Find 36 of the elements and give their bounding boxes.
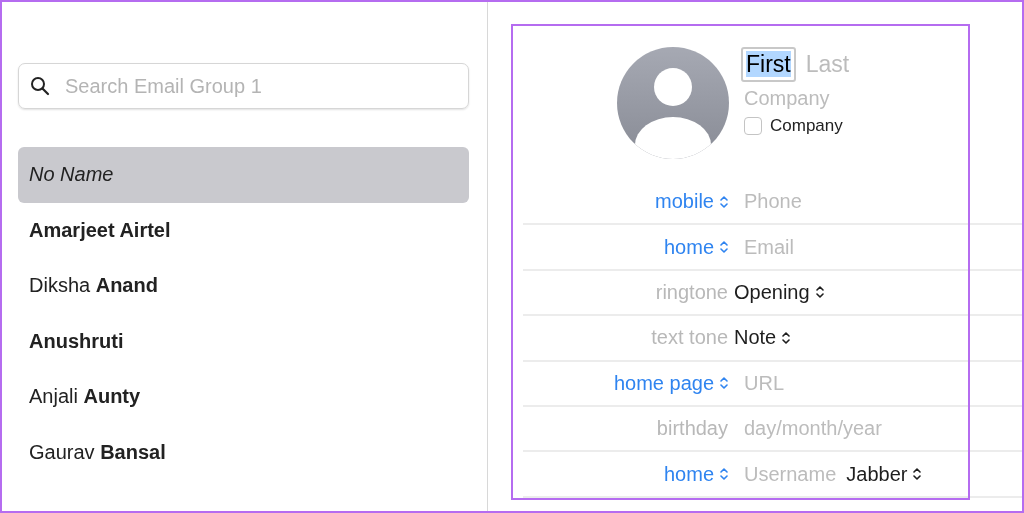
contact-item[interactable]: Amarjeet Airtel <box>18 202 469 258</box>
value-picker[interactable]: Opening <box>734 280 824 304</box>
contact-item[interactable]: Anushruti <box>18 313 469 369</box>
checkbox[interactable] <box>744 117 762 135</box>
label-picker[interactable]: home <box>663 462 728 486</box>
field-label: birthday <box>656 417 728 441</box>
label-picker[interactable]: home <box>663 235 728 259</box>
checkbox-label: Company <box>770 116 843 136</box>
label-picker[interactable]: mobile <box>655 190 728 214</box>
contact-item[interactable]: Diksha Anand <box>18 258 469 314</box>
stepper-icon <box>782 330 791 345</box>
stepper-icon <box>720 240 728 255</box>
input-field[interactable]: URL <box>744 371 784 395</box>
stepper-icon <box>815 285 824 300</box>
label-picker[interactable]: home page <box>613 371 728 395</box>
input-field[interactable]: Email <box>744 235 794 259</box>
value-picker[interactable]: Jabber <box>846 462 922 486</box>
input-field[interactable]: Phone <box>744 190 802 214</box>
stepper-icon <box>913 467 922 482</box>
company-field[interactable]: Company <box>744 87 850 110</box>
last-name-field[interactable]: Last <box>805 51 850 78</box>
stepper-icon <box>720 194 728 209</box>
input-field[interactable]: Username <box>744 462 837 486</box>
search-icon <box>30 76 50 96</box>
stepper-icon <box>720 467 728 482</box>
contact-item[interactable]: Anjali Aunty <box>18 369 469 425</box>
contact-item[interactable]: Gaurav Bansal <box>18 424 469 480</box>
contact-item[interactable]: No Name <box>18 147 469 203</box>
search-field[interactable]: Search Email Group 1 <box>18 63 469 109</box>
input-field[interactable]: day/month/year <box>744 417 882 441</box>
field-label: text tone <box>651 326 728 350</box>
first-name-field[interactable]: First <box>741 47 796 82</box>
stepper-icon <box>720 376 728 391</box>
field-label: ringtone <box>655 280 728 304</box>
value-picker[interactable]: Note <box>734 326 791 350</box>
avatar-icon <box>617 47 729 159</box>
